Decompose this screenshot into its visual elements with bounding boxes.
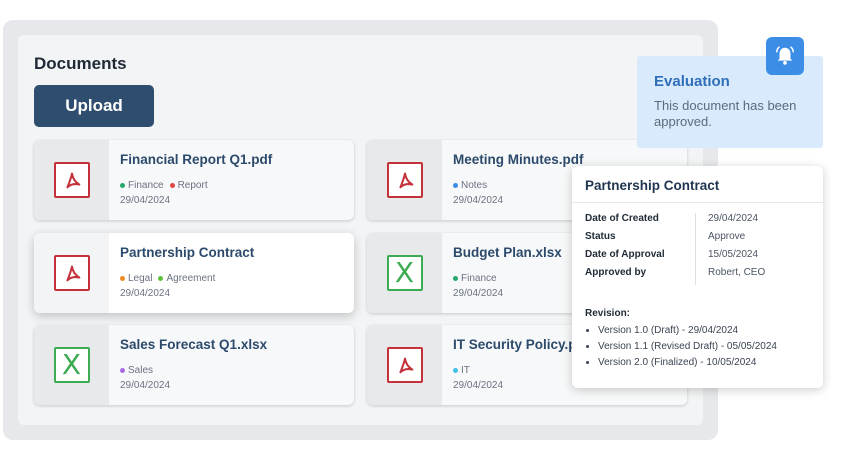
document-date: 29/04/2024 — [453, 288, 504, 299]
document-card-selected[interactable]: Partnership Contract Legal Agreement 29/04/… — [34, 233, 354, 313]
detail-row-label: Date of Approval — [585, 249, 696, 267]
tag: Legal — [120, 273, 152, 284]
file-thumbnail — [34, 233, 109, 313]
file-thumbnail: X — [34, 325, 109, 405]
detail-row-value: 15/05/2024 — [708, 249, 759, 260]
revision-item: Version 1.1 (Revised Draft) - 05/05/2024 — [598, 339, 777, 355]
pdf-file-icon — [53, 255, 90, 291]
file-thumbnail — [367, 325, 442, 405]
document-date: 29/04/2024 — [120, 288, 171, 299]
tag-label: Report — [177, 180, 208, 191]
document-name[interactable]: Sales Forecast Q1.xlsx — [120, 337, 267, 352]
tag: Finance — [120, 180, 164, 191]
detail-row-value: Approve — [708, 231, 746, 242]
detail-row: Status Approve — [585, 231, 765, 249]
tag-dot — [453, 275, 458, 281]
tag-label: Sales — [128, 365, 154, 376]
detail-title: Partnership Contract — [585, 178, 720, 193]
document-tags: Finance — [453, 273, 503, 284]
detail-row-label: Status — [585, 231, 696, 249]
evaluation-title: Evaluation — [654, 73, 730, 90]
detail-row: Approved by Robert, CEO — [585, 267, 765, 285]
tag-label: IT — [461, 365, 470, 376]
file-thumbnail: X — [367, 233, 442, 313]
document-name[interactable]: IT Security Policy.p — [453, 337, 577, 352]
revision-list: Version 1.0 (Draft) - 29/04/2024 Version… — [585, 323, 777, 371]
tag-dot — [453, 182, 458, 188]
bell-icon[interactable] — [766, 37, 804, 75]
tag-label: Agreement — [166, 273, 216, 284]
document-date: 29/04/2024 — [453, 195, 504, 206]
document-date: 29/04/2024 — [453, 380, 504, 391]
pdf-file-icon — [53, 162, 90, 198]
tag-label: Finance — [128, 180, 164, 191]
revision-label: Revision: — [585, 308, 631, 319]
detail-divider — [572, 202, 823, 203]
detail-row: Date of Created 29/04/2024 — [585, 213, 765, 231]
document-name[interactable]: Meeting Minutes.pdf — [453, 152, 584, 167]
tag-label: Notes — [461, 180, 488, 191]
excel-file-icon: X — [53, 347, 90, 383]
tag: Agreement — [158, 273, 215, 284]
tag: IT — [453, 365, 470, 376]
document-date: 29/04/2024 — [120, 195, 171, 206]
document-tags: Legal Agreement — [120, 273, 221, 284]
document-tags: Sales — [120, 365, 159, 376]
tag-dot — [120, 367, 125, 373]
document-date: 29/04/2024 — [120, 380, 171, 391]
detail-row-value: Robert, CEO — [708, 267, 766, 278]
tag-dot — [169, 182, 175, 188]
pdf-file-icon — [386, 162, 423, 198]
detail-row-label: Date of Created — [585, 213, 696, 231]
detail-row-label: Approved by — [585, 267, 696, 285]
file-thumbnail — [34, 140, 109, 220]
excel-file-icon: X — [386, 255, 423, 291]
document-card[interactable]: X Sales Forecast Q1.xlsx Sales 29/04/2024 — [34, 325, 354, 405]
page-title: Documents — [34, 54, 127, 73]
tag: Finance — [453, 273, 497, 284]
tag: Notes — [453, 180, 487, 191]
tag-dot — [158, 275, 164, 281]
document-detail-popover: Partnership Contract Date of Created 29/… — [572, 166, 823, 388]
tag-label: Legal — [128, 273, 153, 284]
detail-row: Date of Approval 15/05/2024 — [585, 249, 765, 267]
file-thumbnail — [367, 140, 442, 220]
tag-dot — [120, 275, 125, 281]
revision-item: Version 2.0 (Finalized) - 10/05/2024 — [598, 355, 777, 371]
document-tags: Notes — [453, 180, 493, 191]
tag-label: Finance — [461, 273, 497, 284]
document-name[interactable]: Financial Report Q1.pdf — [120, 152, 272, 167]
document-tags: IT — [453, 365, 476, 376]
upload-button[interactable]: Upload — [34, 85, 154, 127]
detail-row-value: 29/04/2024 — [708, 213, 759, 224]
tag: Report — [169, 180, 208, 191]
tag-dot — [120, 182, 125, 188]
revision-item: Version 1.0 (Draft) - 29/04/2024 — [598, 323, 777, 339]
document-card[interactable]: Financial Report Q1.pdf Finance Report 29/0… — [34, 140, 354, 220]
pdf-file-icon — [386, 347, 423, 383]
tag: Sales — [120, 365, 153, 376]
detail-rows: Date of Created 29/04/2024 Status Approv… — [585, 213, 765, 285]
document-tags: Finance Report — [120, 180, 214, 191]
document-name[interactable]: Partnership Contract — [120, 245, 254, 260]
document-name[interactable]: Budget Plan.xlsx — [453, 245, 562, 260]
tag-dot — [453, 367, 458, 373]
evaluation-text: This document has been approved. — [654, 98, 797, 129]
